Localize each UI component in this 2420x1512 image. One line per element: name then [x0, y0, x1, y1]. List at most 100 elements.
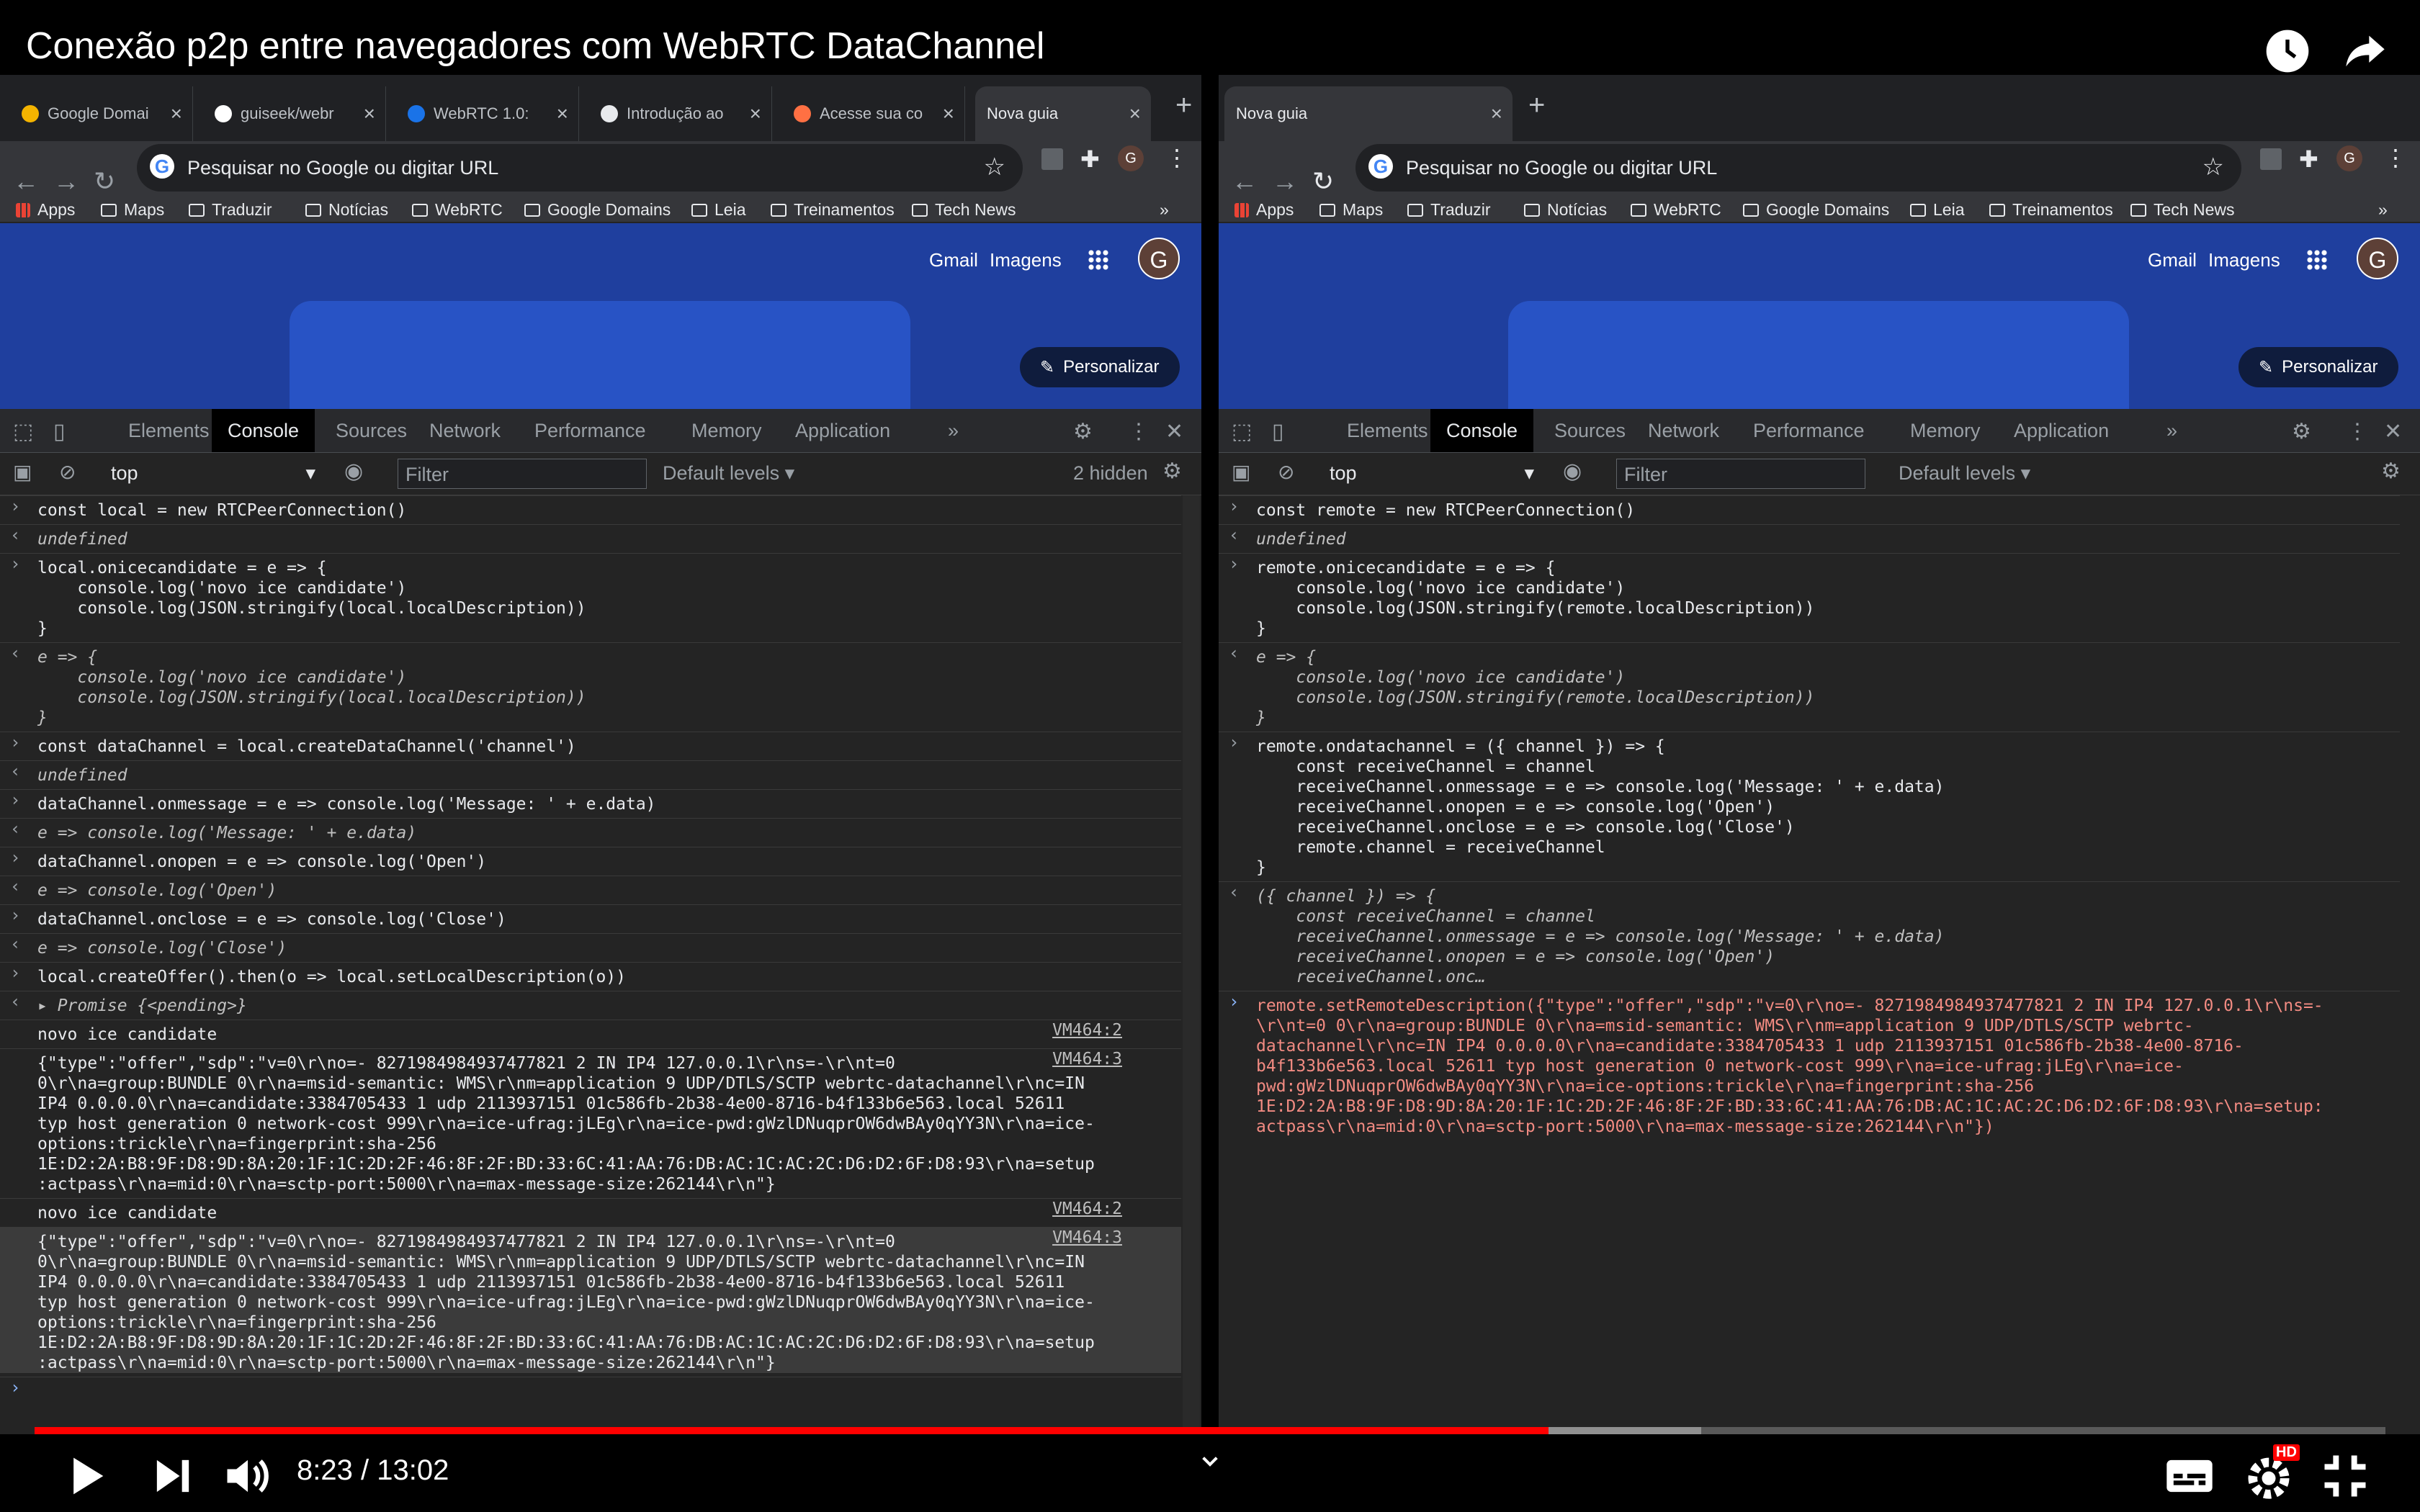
- browser-tab[interactable]: Nova guia ×: [1224, 86, 1512, 141]
- imagens-link[interactable]: Imagens: [2208, 249, 2280, 271]
- context-select[interactable]: top ▾: [78, 459, 323, 487]
- omnibox[interactable]: G Pesquisar no Google ou digitar URL ☆: [1355, 144, 2241, 192]
- bookmark-item[interactable]: Leia: [1910, 200, 1964, 220]
- page-avatar[interactable]: G: [1138, 238, 1180, 279]
- device-toolbar-icon[interactable]: ▯: [1272, 419, 1284, 444]
- gmail-link[interactable]: Gmail: [929, 249, 978, 271]
- bookmark-item[interactable]: Tech News: [912, 200, 1016, 220]
- tab-close-icon[interactable]: ×: [750, 102, 761, 125]
- devtools-tab-sources[interactable]: Sources: [1538, 409, 1641, 452]
- volume-button[interactable]: [220, 1449, 275, 1507]
- devtools-tab-performance[interactable]: Performance: [519, 409, 662, 452]
- live-expression-eye-icon[interactable]: ◉: [344, 459, 363, 484]
- devtools-menu-icon[interactable]: ⋮: [1128, 419, 1150, 444]
- bookmark-item[interactable]: Notícias: [1524, 200, 1607, 220]
- browser-tab[interactable]: guiseek/webr ×: [203, 86, 386, 141]
- devtools-close-icon[interactable]: ✕: [2384, 419, 2402, 444]
- devtools-settings-icon[interactable]: ⚙: [1073, 419, 1093, 444]
- devtools-settings-icon[interactable]: ⚙: [2292, 419, 2311, 444]
- devtools-close-icon[interactable]: ✕: [1165, 419, 1183, 444]
- bookmark-item[interactable]: Notícias: [305, 200, 388, 220]
- next-button[interactable]: [145, 1449, 200, 1507]
- inspect-icon[interactable]: ⬚: [1232, 419, 1252, 444]
- tab-close-icon[interactable]: ×: [557, 102, 568, 125]
- console-scrollbar[interactable]: [1183, 495, 1200, 1434]
- tab-close-icon[interactable]: ×: [1491, 102, 1502, 125]
- devtools-tab-console[interactable]: Console: [212, 409, 315, 452]
- menu-icon[interactable]: ⋮: [2384, 144, 2407, 171]
- browser-tab[interactable]: Acesse sua co ×: [782, 86, 965, 141]
- bookmark-item[interactable]: Apps: [1234, 200, 1294, 220]
- watch-later-button[interactable]: [2251, 19, 2323, 84]
- devtools-tab-sources[interactable]: Sources: [320, 409, 423, 452]
- omnibox[interactable]: G Pesquisar no Google ou digitar URL ☆: [137, 144, 1023, 192]
- browser-tab[interactable]: Google Domai ×: [10, 86, 193, 141]
- console-settings-icon[interactable]: ⚙: [1162, 459, 1182, 484]
- bookmark-item[interactable]: Traduzir: [189, 200, 272, 220]
- context-select[interactable]: top ▾: [1296, 459, 1541, 487]
- sidebar-toggle-icon[interactable]: ▣: [13, 460, 32, 484]
- bookmark-star-icon[interactable]: ☆: [984, 153, 1005, 181]
- subtitles-button[interactable]: [2162, 1449, 2217, 1507]
- bookmark-item[interactable]: Tech News: [2130, 200, 2234, 220]
- google-apps-icon[interactable]: [1088, 249, 1109, 271]
- bookmark-item[interactable]: Google Domains: [524, 200, 671, 220]
- console-settings-icon[interactable]: ⚙: [2381, 459, 2401, 484]
- exit-fullscreen-button[interactable]: [2318, 1449, 2372, 1507]
- puzzle-icon[interactable]: ✚: [2299, 145, 2318, 173]
- source-link[interactable]: VM464:2: [1052, 1199, 1122, 1219]
- share-button[interactable]: [2329, 19, 2401, 84]
- bookmark-item[interactable]: Google Domains: [1743, 200, 1889, 220]
- devtools-tab-network[interactable]: Network: [413, 409, 516, 452]
- devtools-tab-elements[interactable]: Elements: [112, 409, 225, 452]
- settings-button[interactable]: HD: [2241, 1444, 2300, 1507]
- console-output[interactable]: › const local = new RTCPeerConnection() ‹ u…: [0, 495, 1181, 1434]
- tab-close-icon[interactable]: ×: [171, 102, 182, 125]
- sidebar-toggle-icon[interactable]: ▣: [1232, 460, 1250, 484]
- personalizar-button[interactable]: ✎ Personalizar: [1020, 347, 1180, 387]
- tab-close-icon[interactable]: ×: [943, 102, 954, 125]
- devtools-tab-elements[interactable]: Elements: [1331, 409, 1444, 452]
- profile-avatar[interactable]: G: [2336, 145, 2362, 171]
- bookmarks-overflow-icon[interactable]: »: [2378, 200, 2388, 220]
- devtools-tab-network[interactable]: Network: [1632, 409, 1735, 452]
- profile-avatar[interactable]: G: [1118, 145, 1144, 171]
- bookmark-item[interactable]: Treinamentos: [771, 200, 895, 220]
- tab-close-icon[interactable]: ×: [1129, 102, 1141, 125]
- clear-console-icon[interactable]: ⊘: [59, 460, 76, 484]
- imagens-link[interactable]: Imagens: [990, 249, 1062, 271]
- bookmark-item[interactable]: Traduzir: [1407, 200, 1491, 220]
- device-toolbar-icon[interactable]: ▯: [53, 419, 66, 444]
- devtools-tab-memory[interactable]: Memory: [676, 409, 778, 452]
- bookmark-star-icon[interactable]: ☆: [2202, 153, 2224, 181]
- source-link[interactable]: VM464:3: [1052, 1049, 1122, 1069]
- devtools-tab-application[interactable]: Application: [1998, 409, 2125, 452]
- menu-icon[interactable]: ⋮: [1165, 144, 1188, 171]
- bookmark-item[interactable]: WebRTC: [412, 200, 503, 220]
- puzzle-icon[interactable]: ✚: [1080, 145, 1100, 173]
- extension-icon[interactable]: [1041, 148, 1063, 170]
- inspect-icon[interactable]: ⬚: [13, 419, 33, 444]
- browser-tab[interactable]: WebRTC 1.0: ×: [396, 86, 579, 141]
- bookmark-item[interactable]: Maps: [1319, 200, 1383, 220]
- page-avatar[interactable]: G: [2357, 238, 2398, 279]
- filter-input[interactable]: Filter: [398, 459, 647, 489]
- devtools-tab-application[interactable]: Application: [779, 409, 906, 452]
- bookmark-item[interactable]: Apps: [16, 200, 75, 220]
- new-tab-icon[interactable]: +: [1175, 89, 1192, 122]
- clear-console-icon[interactable]: ⊘: [1278, 460, 1294, 484]
- filter-input[interactable]: Filter: [1616, 459, 1865, 489]
- default-levels-dropdown[interactable]: Default levels ▾: [1899, 459, 2030, 487]
- devtools-tab-memory[interactable]: Memory: [1894, 409, 1996, 452]
- bookmark-item[interactable]: Treinamentos: [1989, 200, 2113, 220]
- tab-close-icon[interactable]: ×: [364, 102, 375, 125]
- chevron-down-button[interactable]: [1198, 1450, 1222, 1477]
- live-expression-eye-icon[interactable]: ◉: [1563, 459, 1582, 484]
- play-button[interactable]: [58, 1449, 112, 1507]
- devtools-tab-console[interactable]: Console: [1430, 409, 1534, 452]
- gmail-link[interactable]: Gmail: [2148, 249, 2197, 271]
- devtools-more-tabs-icon[interactable]: »: [2151, 409, 2193, 452]
- browser-tab[interactable]: Introdução ao ×: [589, 86, 772, 141]
- source-link[interactable]: VM464:3: [1052, 1228, 1122, 1248]
- new-tab-icon[interactable]: +: [1528, 89, 1545, 122]
